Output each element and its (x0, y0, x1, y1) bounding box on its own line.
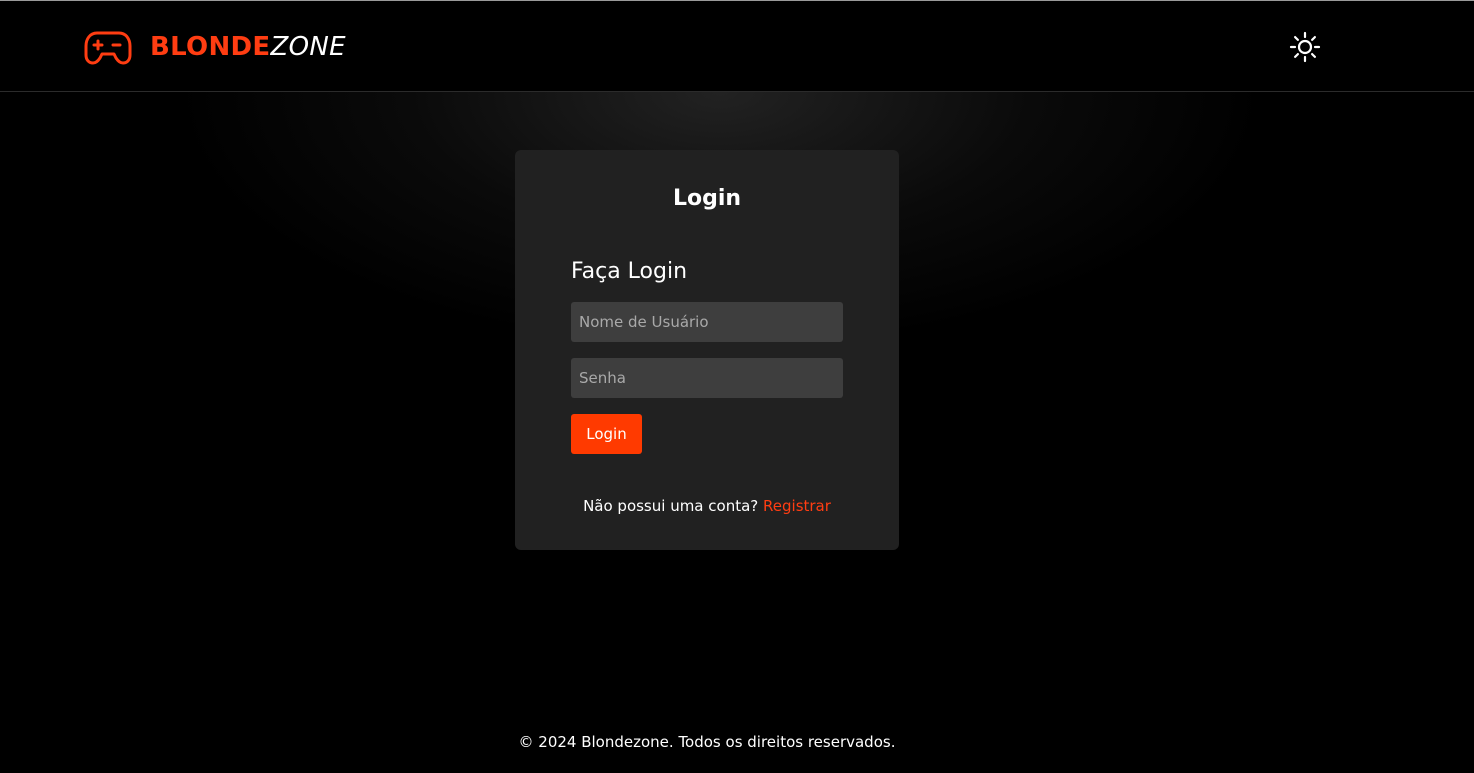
brand-logo-link[interactable]: BLONDEZONE (84, 28, 346, 66)
brand-name: BLONDEZONE (150, 29, 346, 65)
theme-toggle-button[interactable] (1289, 31, 1321, 63)
register-prompt-line: Não possui uma conta? Registrar (515, 495, 899, 517)
gamepad-icon (84, 29, 132, 65)
sun-icon (1289, 31, 1321, 63)
username-input[interactable] (571, 302, 843, 342)
card-title: Login (672, 186, 742, 211)
password-input[interactable] (571, 358, 843, 398)
brand-name-part2: ZONE (270, 32, 346, 62)
form-heading: Faça Login (571, 259, 688, 284)
register-prompt-text: Não possui uma conta? (583, 497, 759, 515)
page: BLONDEZONE Login Faça Login Nome de Usuá… (0, 0, 1474, 773)
login-card: Login Faça Login Login Não possui uma co… (515, 150, 899, 550)
site-header: BLONDEZONE (0, 1, 1474, 92)
site-footer: © 2024 Blondezone. Todos os direitos res… (0, 731, 1414, 753)
register-link[interactable]: Registrar (763, 497, 831, 515)
brand-name-part1: BLONDE (150, 32, 271, 62)
copyright-text: © 2024 Blondezone. Todos os direitos res… (518, 733, 896, 751)
login-button[interactable]: Login (571, 414, 642, 454)
